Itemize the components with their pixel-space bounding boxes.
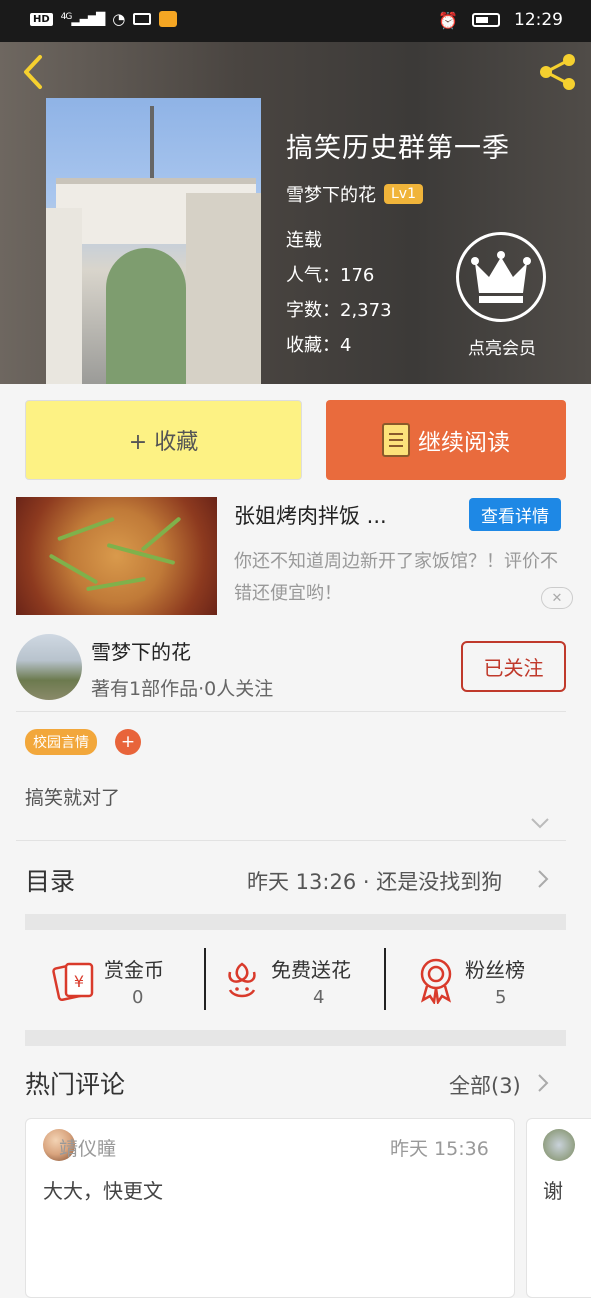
book-cover[interactable]	[46, 98, 261, 384]
author-card-name[interactable]: 雪梦下的花	[91, 636, 191, 665]
fan-ranking-value: 5	[495, 987, 507, 1008]
level-badge: Lv1	[384, 184, 423, 204]
book-favorites: 收藏：4	[286, 335, 352, 356]
book-status: 连载	[286, 230, 322, 251]
section-separator	[25, 1030, 566, 1046]
svg-text:¥: ¥	[74, 972, 84, 991]
section-separator	[25, 914, 566, 930]
wifi-icon: ◔	[112, 10, 126, 28]
commenter-avatar[interactable]	[543, 1129, 575, 1161]
book-author-name[interactable]: 雪梦下的花	[286, 181, 376, 207]
flower-icon	[228, 962, 256, 998]
free-flower-value: 4	[313, 987, 325, 1008]
continue-reading-label: 继续阅读	[418, 430, 510, 456]
hd-indicator: HD	[30, 12, 53, 26]
clock: 12:29	[514, 10, 563, 30]
all-comments-link[interactable]: 全部(3)	[449, 1070, 521, 1100]
book-author-row: 雪梦下的花 Lv1	[286, 181, 423, 207]
ad-details-button[interactable]: 查看详情	[469, 498, 561, 531]
ad-title[interactable]: 张姐烤肉拌饭 ...	[234, 500, 387, 530]
reward-coin-value: 0	[132, 987, 144, 1008]
ad-image[interactable]	[16, 497, 217, 615]
divider	[16, 711, 566, 712]
author-avatar[interactable]	[16, 634, 82, 700]
commenter-name[interactable]: 靖仪瞳	[59, 1134, 116, 1161]
fan-ranking-label: 粉丝榜	[465, 958, 525, 982]
author-card-stats: 著有1部作品·0人关注	[91, 678, 274, 700]
book-word-count: 字数：2,373	[286, 300, 392, 321]
message-notification-icon	[159, 11, 178, 27]
continue-reading-button[interactable]: 继续阅读	[326, 400, 566, 480]
book-title: 搞笑历史群第一季	[286, 133, 510, 164]
crown-icon	[471, 251, 531, 303]
stat-divider	[384, 948, 386, 1010]
status-bar: HD 4G▂▄▆█ ◔ ⏰ 12:29	[0, 0, 591, 42]
chevron-right-icon[interactable]	[537, 1073, 549, 1093]
add-tag-button[interactable]: +	[115, 729, 141, 755]
genre-tag[interactable]: 校园言情	[25, 729, 97, 755]
divider	[16, 840, 566, 841]
free-flower-label: 免费送花	[271, 958, 351, 982]
medal-icon	[420, 958, 452, 1004]
chevron-right-icon[interactable]	[537, 869, 549, 889]
comment-time: 昨天 15:36	[390, 1138, 489, 1160]
chevron-down-icon[interactable]	[530, 816, 550, 830]
reward-coin-icon: ¥	[52, 962, 94, 1002]
follow-button[interactable]: 已关注	[461, 641, 566, 692]
book-description: 搞笑就对了	[25, 787, 121, 809]
mail-icon	[133, 13, 152, 25]
toc-title[interactable]: 目录	[25, 862, 75, 898]
stat-divider	[204, 948, 206, 1010]
toc-latest-chapter[interactable]: 昨天 13:26 · 还是没找到狗	[247, 866, 502, 896]
vip-label[interactable]: 点亮会员	[446, 334, 558, 359]
reward-coin-label: 赏金币	[104, 958, 164, 982]
ad-close-icon[interactable]: ✕	[541, 587, 573, 609]
vip-button[interactable]	[456, 232, 546, 322]
battery-icon	[472, 13, 500, 27]
book-popularity: 人气：176	[286, 265, 375, 286]
comment-text: 大大，快更文	[43, 1179, 163, 1203]
book-icon	[382, 423, 410, 457]
ad-description: 你还不知道周边新开了家饭馆？！评价不错还便宜哟！	[234, 551, 558, 604]
collect-button[interactable]: + 收藏	[25, 400, 302, 480]
share-icon[interactable]	[536, 50, 580, 94]
signal-icon: 4G▂▄▆█	[60, 12, 106, 26]
back-icon[interactable]	[18, 52, 48, 92]
comment-text: 谢	[543, 1179, 563, 1203]
hot-comments-title: 热门评论	[25, 1070, 126, 1099]
alarm-icon: ⏰	[438, 10, 458, 30]
